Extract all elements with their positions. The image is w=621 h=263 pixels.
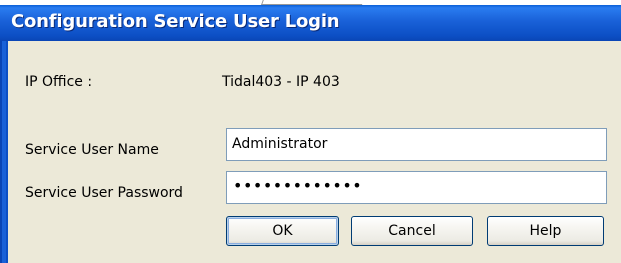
service-user-name-value: Administrator bbox=[232, 136, 328, 152]
cancel-button[interactable]: Cancel bbox=[351, 216, 473, 246]
ip-office-value: Tidal403 - IP 403 bbox=[222, 74, 340, 90]
screenshot-root: Configuration Service User Login IP Offi… bbox=[0, 0, 621, 263]
help-button[interactable]: Help bbox=[487, 216, 604, 246]
ok-button[interactable]: OK bbox=[226, 216, 339, 246]
dialog-body: IP Office : Tidal403 - IP 403 Service Us… bbox=[8, 41, 621, 263]
window-frame-left bbox=[0, 41, 8, 263]
password-mask: ••••••••••••• bbox=[233, 176, 363, 195]
service-user-name-field[interactable]: Administrator bbox=[226, 128, 607, 161]
ip-office-label: IP Office : bbox=[25, 74, 93, 90]
title-bar[interactable]: Configuration Service User Login bbox=[0, 5, 621, 41]
service-user-password-field[interactable]: ••••••••••••• bbox=[226, 171, 607, 204]
service-user-password-label: Service User Password bbox=[25, 185, 183, 201]
window-title: Configuration Service User Login bbox=[11, 11, 340, 32]
service-user-name-label: Service User Name bbox=[25, 142, 159, 158]
login-dialog: Configuration Service User Login IP Offi… bbox=[0, 5, 621, 263]
